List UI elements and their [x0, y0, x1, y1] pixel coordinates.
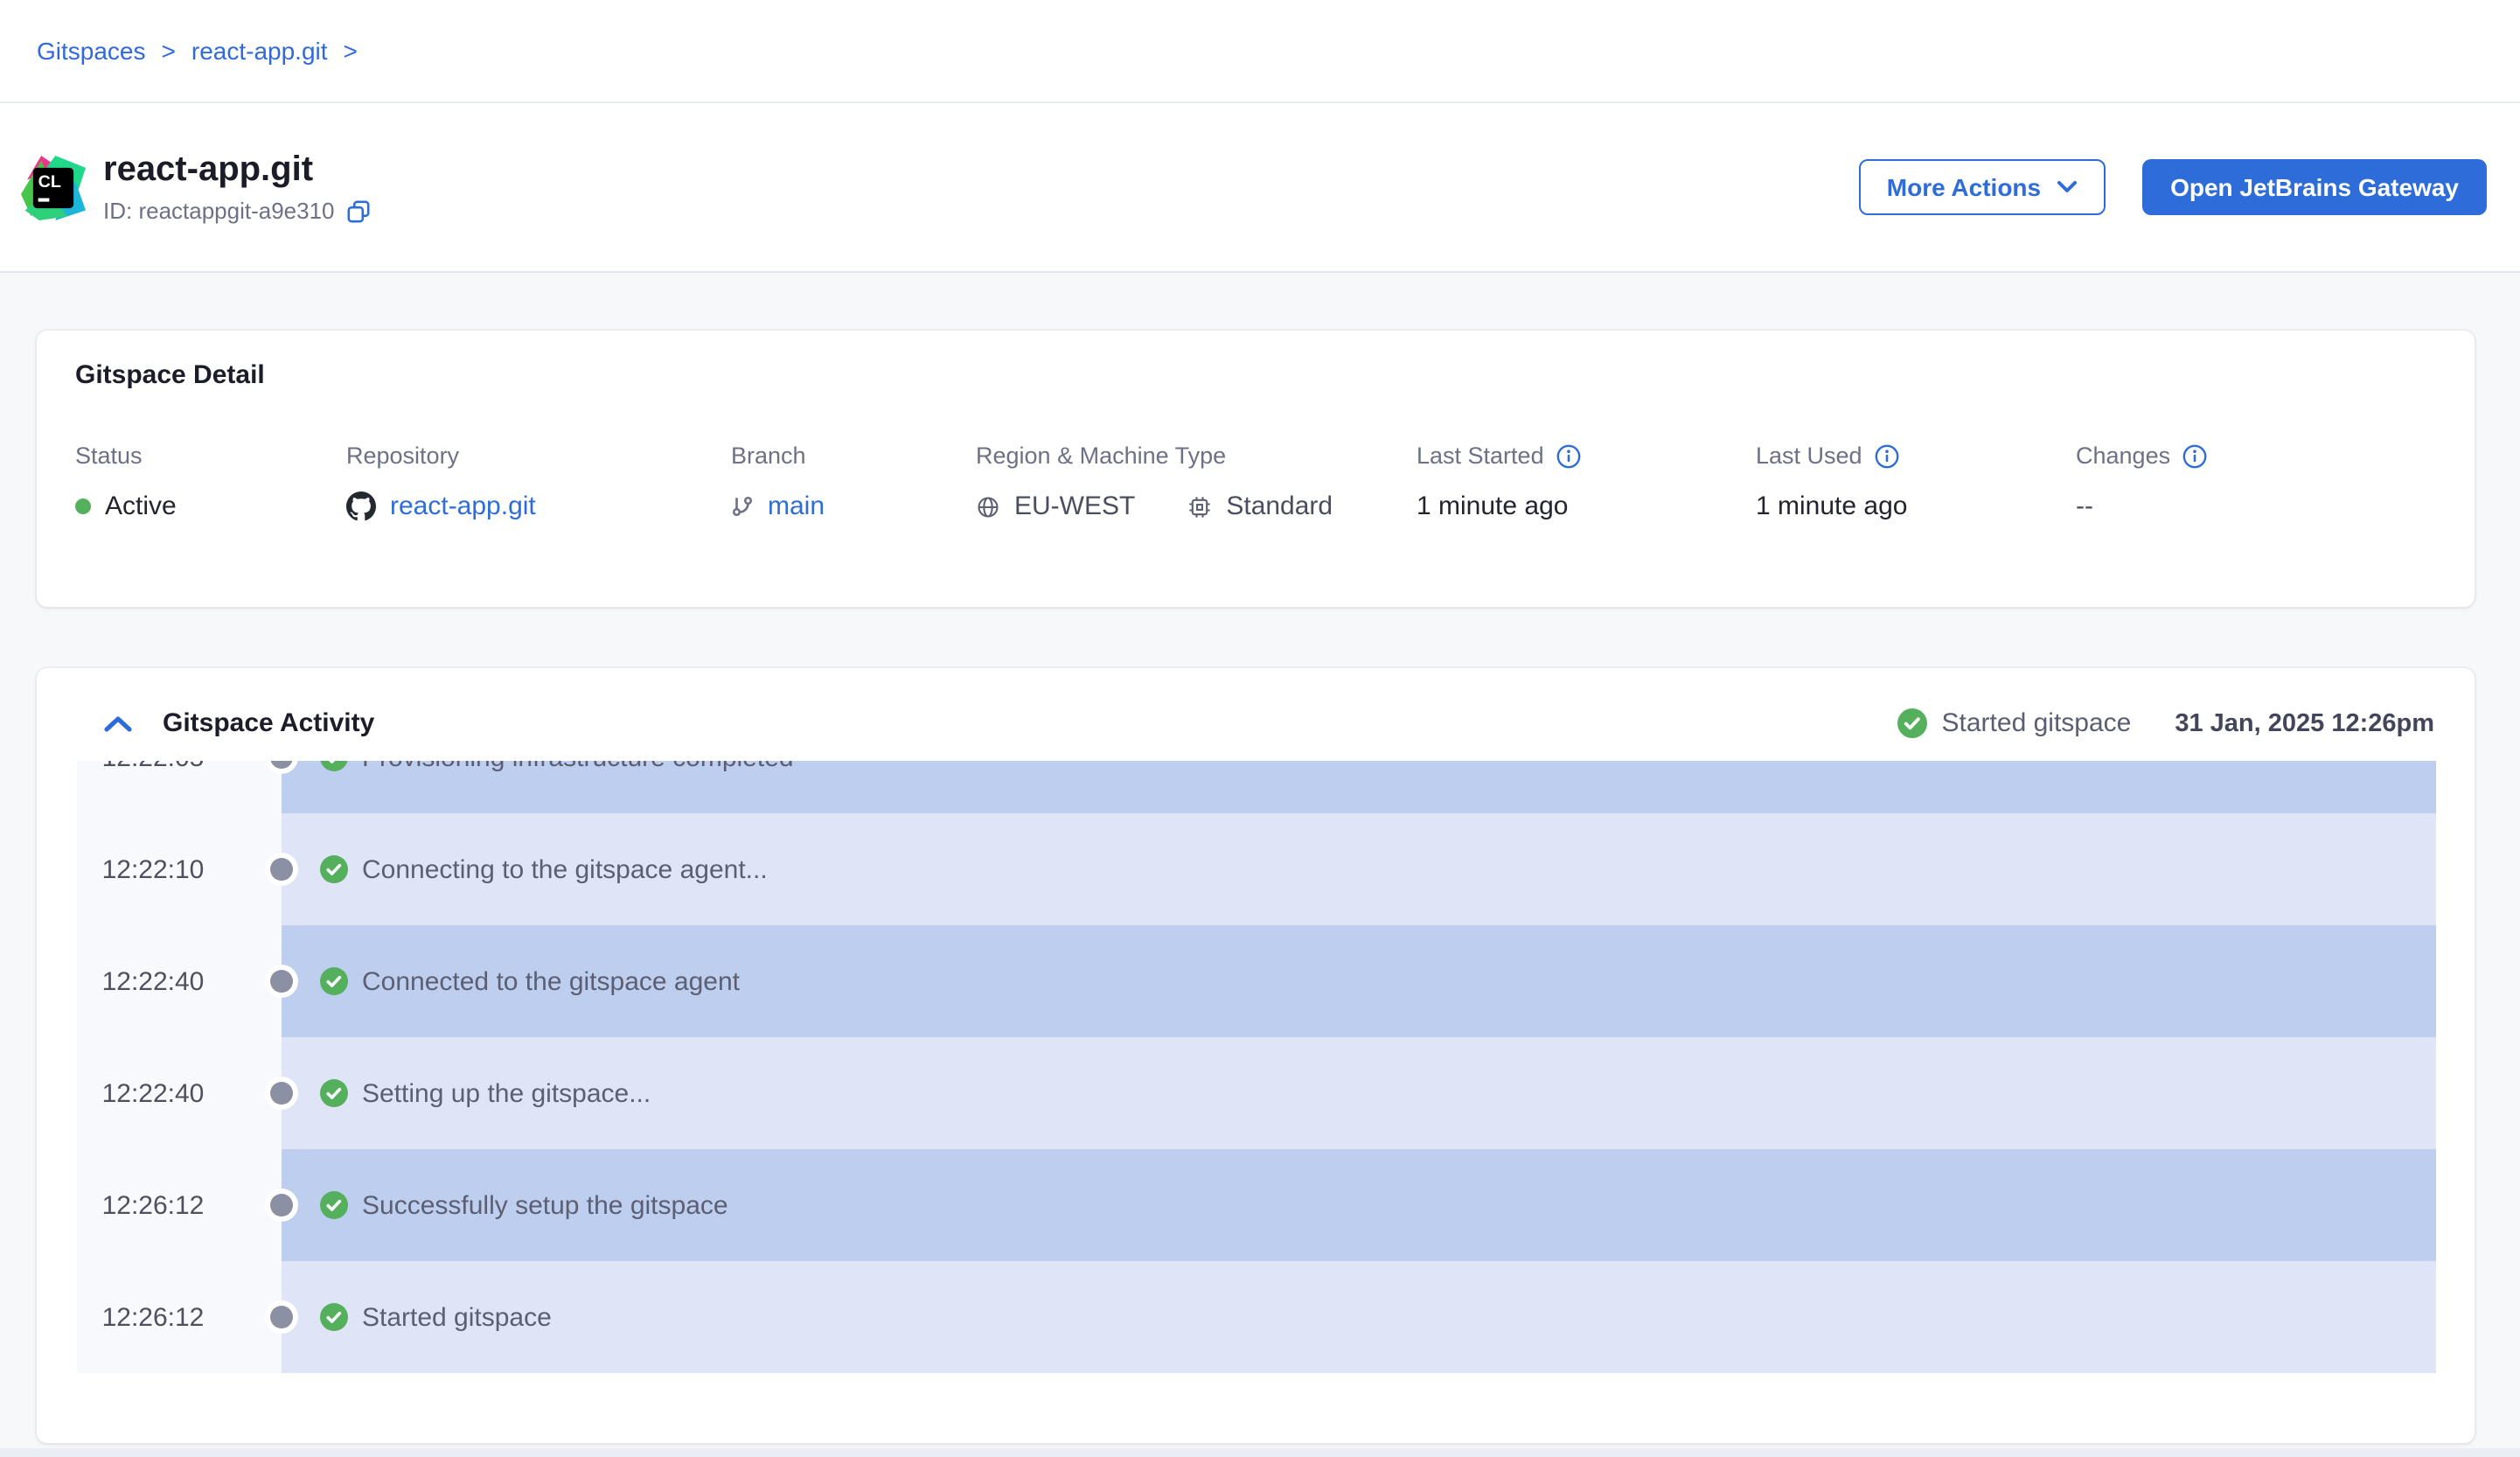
- last-used-label: Last Used: [1756, 443, 1862, 469]
- info-icon[interactable]: [2182, 443, 2207, 468]
- page-bottom-edge: [0, 1448, 2520, 1457]
- breadcrumb-separator: >: [162, 37, 176, 65]
- log-time: 12:26:12: [77, 1261, 282, 1373]
- log-message: Setting up the gitspace...: [362, 1078, 651, 1108]
- log-row: 12:22:40 Connected to the gitspace agent: [77, 925, 2436, 1037]
- log-time: 12:22:40: [77, 925, 282, 1037]
- collapse-chevron-up-icon[interactable]: [103, 714, 133, 733]
- region-machine-column: Region & Machine Type EU-WEST Standard: [976, 443, 1333, 521]
- log-row: 12:22:40 Setting up the gitspace...: [77, 1037, 2436, 1149]
- machine-type-value: Standard: [1226, 491, 1333, 521]
- changes-column: Changes --: [2076, 443, 2207, 521]
- check-circle-icon: [320, 1303, 348, 1331]
- activity-heading: Gitspace Activity: [163, 708, 374, 738]
- copy-icon[interactable]: [347, 199, 372, 223]
- log-time: 12:22:40: [77, 1037, 282, 1149]
- last-started-column: Last Started 1 minute ago: [1417, 443, 1581, 521]
- more-actions-button[interactable]: More Actions: [1859, 159, 2106, 215]
- log-message: Successfully setup the gitspace: [362, 1190, 728, 1220]
- breadcrumb-bar: Gitspaces > react-app.git >: [0, 0, 2520, 103]
- log-row: 12:26:12 Successfully setup the gitspace: [77, 1149, 2436, 1261]
- breadcrumb-gitspaces[interactable]: Gitspaces: [37, 37, 146, 65]
- check-circle-icon: [320, 1191, 348, 1219]
- chevron-down-icon: [2057, 180, 2078, 194]
- status-label: Status: [75, 443, 177, 469]
- gitspace-id: ID: reactappgit-a9e310: [103, 198, 335, 224]
- log-row: 12:26:12 Started gitspace: [77, 1261, 2436, 1373]
- activity-status-badge: Started gitspace: [1898, 708, 2132, 738]
- open-gateway-label: Open JetBrains Gateway: [2170, 173, 2459, 201]
- check-circle-icon: [320, 967, 348, 995]
- check-circle-icon: [320, 1079, 348, 1107]
- info-icon[interactable]: [1875, 443, 1899, 468]
- timeline-dot: [270, 1306, 293, 1328]
- log-row: 12:22:05 Provisioning infrastructure com…: [77, 761, 2436, 813]
- gitspace-activity-card: Gitspace Activity Started gitspace 31 Ja…: [37, 668, 2475, 1443]
- activity-status-text: Started gitspace: [1942, 708, 2132, 738]
- changes-value: --: [2076, 491, 2207, 521]
- timeline-dot: [270, 858, 293, 881]
- last-started-value: 1 minute ago: [1417, 491, 1581, 521]
- changes-label: Changes: [2076, 443, 2170, 469]
- repository-link[interactable]: react-app.git: [390, 491, 536, 521]
- page-title: react-app.git: [103, 150, 372, 191]
- activity-log[interactable]: 12:22:05 Provisioning infrastructure com…: [77, 761, 2436, 1373]
- breadcrumb: Gitspaces > react-app.git >: [37, 37, 358, 65]
- check-circle-icon: [320, 855, 348, 883]
- region-value: EU-WEST: [1014, 491, 1135, 521]
- app-icon-label: CL: [38, 171, 61, 191]
- status-column: Status Active: [75, 443, 177, 521]
- github-icon: [346, 491, 376, 521]
- last-used-value: 1 minute ago: [1756, 491, 1907, 521]
- status-value: Active: [105, 491, 177, 521]
- detail-heading: Gitspace Detail: [75, 360, 265, 390]
- log-time: 12:22:05: [77, 761, 282, 813]
- log-time: 12:26:12: [77, 1149, 282, 1261]
- info-icon[interactable]: [1556, 443, 1581, 468]
- breadcrumb-separator: >: [344, 37, 358, 65]
- git-branch-icon: [731, 495, 754, 518]
- timeline-dot: [270, 1082, 293, 1105]
- check-circle-icon: [320, 761, 348, 771]
- log-time: 12:22:10: [77, 813, 282, 925]
- active-status-dot: [75, 498, 91, 514]
- region-machine-label: Region & Machine Type: [976, 443, 1333, 469]
- log-message: Connecting to the gitspace agent...: [362, 854, 768, 884]
- globe-icon: [976, 494, 1000, 519]
- last-started-label: Last Started: [1417, 443, 1544, 469]
- activity-timestamp: 31 Jan, 2025 12:26pm: [2175, 709, 2434, 737]
- log-message: Started gitspace: [362, 1302, 552, 1332]
- cpu-icon: [1187, 494, 1212, 519]
- gitspace-detail-card: Gitspace Detail Status Active Repository…: [37, 331, 2475, 607]
- open-jetbrains-gateway-button[interactable]: Open JetBrains Gateway: [2142, 159, 2487, 215]
- branch-link[interactable]: main: [768, 491, 825, 521]
- branch-label: Branch: [731, 443, 825, 469]
- timeline-dot: [270, 1194, 293, 1216]
- repository-column: Repository react-app.git: [346, 443, 536, 521]
- clion-app-icon: CL: [21, 155, 86, 220]
- log-row: 12:22:10 Connecting to the gitspace agen…: [77, 813, 2436, 925]
- branch-column: Branch main: [731, 443, 825, 521]
- log-message: Connected to the gitspace agent: [362, 966, 740, 996]
- log-message: Provisioning infrastructure completed: [362, 761, 794, 772]
- page-header: CL react-app.git ID: reactappgit-a9e310 …: [0, 103, 2520, 273]
- check-circle-icon: [1898, 708, 1928, 738]
- timeline-dot: [270, 970, 293, 993]
- breadcrumb-react-app[interactable]: react-app.git: [191, 37, 328, 65]
- more-actions-label: More Actions: [1887, 173, 2041, 201]
- title-block: react-app.git ID: reactappgit-a9e310: [103, 150, 372, 224]
- last-used-column: Last Used 1 minute ago: [1756, 443, 1907, 521]
- repository-label: Repository: [346, 443, 536, 469]
